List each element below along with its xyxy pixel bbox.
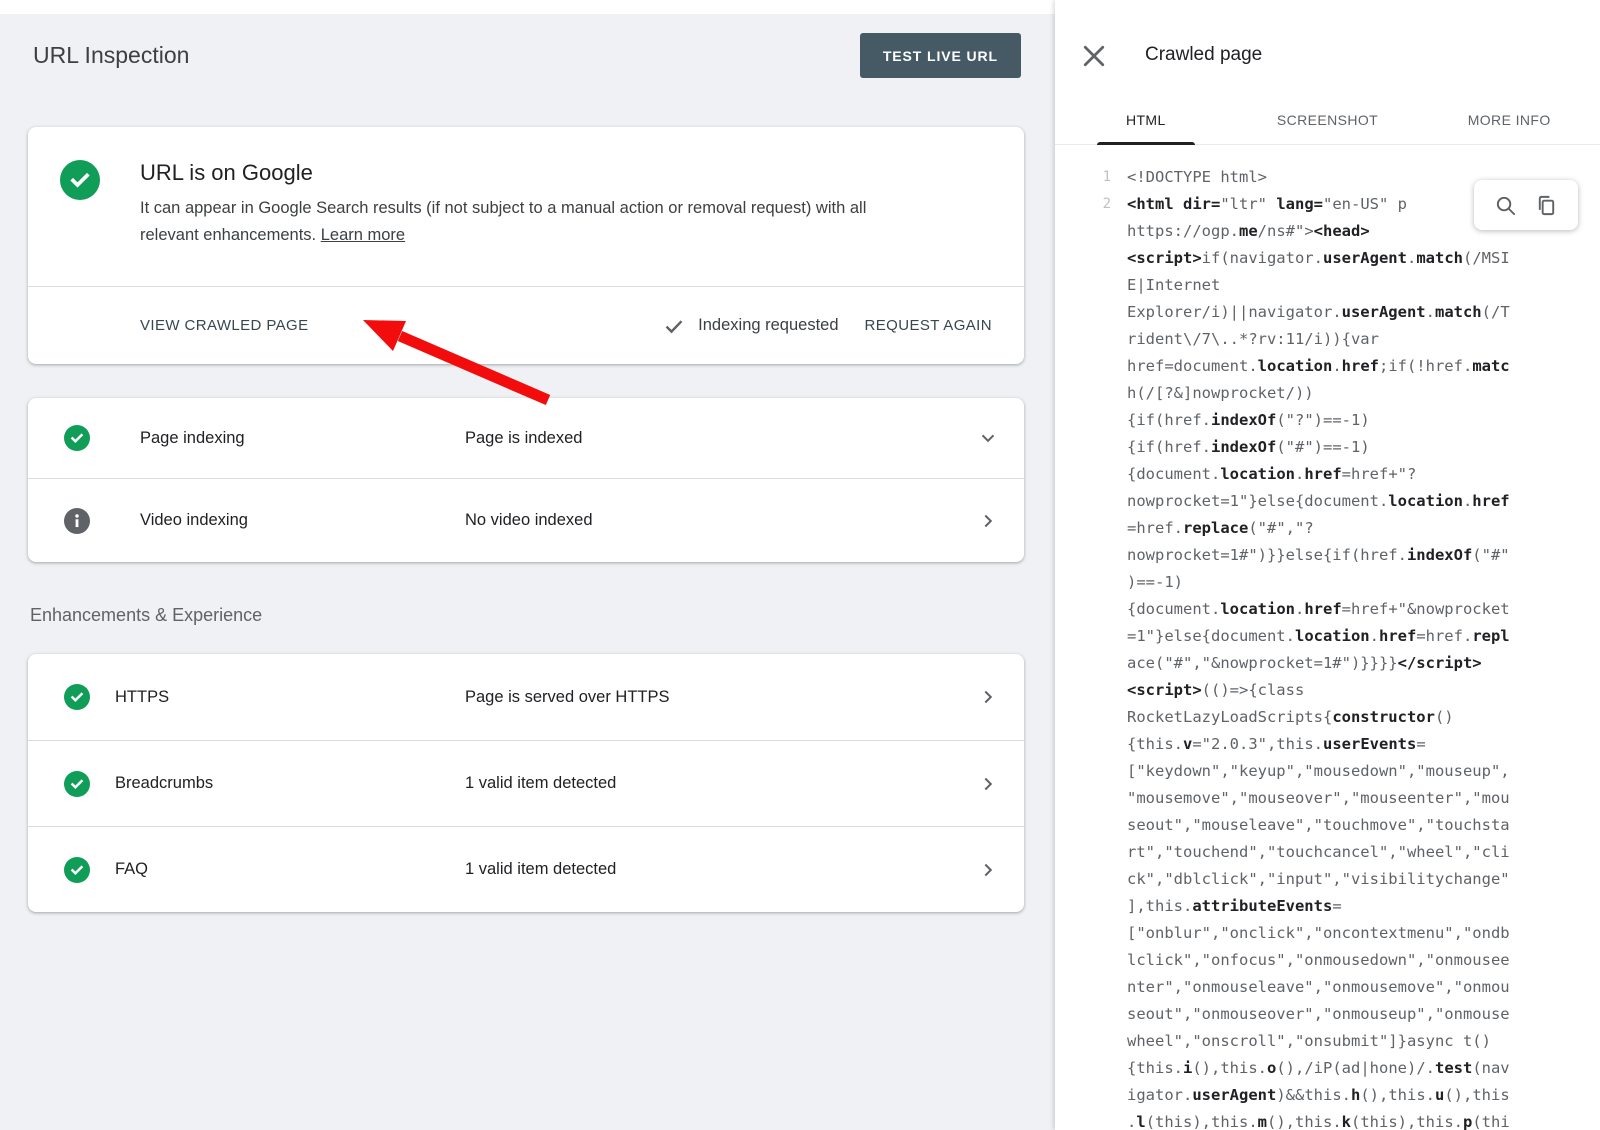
row-label: HTTPS	[115, 688, 465, 707]
panel-title: Crawled page	[1145, 44, 1262, 66]
code-line: nowprocket=1#")}}else{if(href.indexOf("#…	[1055, 542, 1600, 569]
check-circle-icon	[64, 425, 90, 451]
chevron-right-icon[interactable]	[976, 685, 1000, 709]
row-label: Page indexing	[140, 429, 465, 448]
main-panel: URL Inspection TEST LIVE URL URL is on G…	[0, 0, 1055, 1130]
code-line: "mousemove","mouseover","mouseenter","mo…	[1055, 785, 1600, 812]
url-status-card: URL is on Google It can appear in Google…	[28, 127, 1024, 364]
page-title: URL Inspection	[33, 42, 189, 69]
page-indexing-row[interactable]: Page indexing Page is indexed	[28, 398, 1024, 478]
code-line: RocketLazyLoadScripts{constructor()	[1055, 704, 1600, 731]
code-line: nowprocket=1"}else{document.location.hre…	[1055, 488, 1600, 515]
code-line: ["keydown","keyup","mousedown","mouseup"…	[1055, 758, 1600, 785]
row-label: FAQ	[115, 860, 465, 879]
video-indexing-row[interactable]: Video indexing No video indexed	[28, 478, 1024, 562]
code-line: {this.i(),this.o(),/iP(ad|hone)/.test(na…	[1055, 1055, 1600, 1082]
tab-more-info[interactable]: MORE INFO	[1418, 96, 1600, 144]
row-value: Page is indexed	[465, 429, 976, 448]
code-line: {document.location.href=href+"&nowprocke…	[1055, 596, 1600, 623]
enhancements-card: HTTPS Page is served over HTTPS Breadcru…	[28, 654, 1024, 912]
check-circle-icon	[64, 857, 90, 883]
code-line: lclick","onfocus","onmousedown","onmouse…	[1055, 947, 1600, 974]
code-viewer[interactable]: 1<!DOCTYPE html>2<html dir="ltr" lang="e…	[1055, 156, 1600, 1130]
chevron-down-icon[interactable]	[976, 426, 1000, 450]
code-line: Explorer/i)||navigator.userAgent.match(/…	[1055, 299, 1600, 326]
code-line: <script>(()=>{class	[1055, 677, 1600, 704]
row-value: No video indexed	[465, 511, 976, 530]
row-label: Breadcrumbs	[115, 774, 465, 793]
info-icon	[64, 508, 90, 534]
code-line: =href.replace("#","?	[1055, 515, 1600, 542]
row-label: Video indexing	[140, 511, 465, 530]
code-line: E|Internet	[1055, 272, 1600, 299]
code-toolbar	[1474, 180, 1578, 230]
code-line: rident\/7\..*?rv:11/i)){var	[1055, 326, 1600, 353]
learn-more-link[interactable]: Learn more	[321, 226, 405, 244]
check-circle-icon	[60, 160, 100, 200]
code-line: igator.userAgent)&&this.h(),this.u(),thi…	[1055, 1082, 1600, 1109]
code-line: <script>if(navigator.userAgent.match(/MS…	[1055, 245, 1600, 272]
close-icon[interactable]	[1079, 41, 1109, 71]
breadcrumbs-row[interactable]: Breadcrumbs 1 valid item detected	[28, 740, 1024, 826]
panel-tabs: HTML SCREENSHOT MORE INFO	[1055, 96, 1600, 145]
code-line: {if(href.indexOf("?")==-1)	[1055, 407, 1600, 434]
row-value: 1 valid item detected	[465, 774, 976, 793]
code-line: ck","dblclick","input","visibilitychange…	[1055, 866, 1600, 893]
chevron-right-icon[interactable]	[976, 858, 1000, 882]
code-line: )==-1)	[1055, 569, 1600, 596]
code-line: ],this.attributeEvents=	[1055, 893, 1600, 920]
code-line: wheel","onscroll","onsubmit"]}async t()	[1055, 1028, 1600, 1055]
chevron-right-icon[interactable]	[976, 772, 1000, 796]
code-line: {if(href.indexOf("#")==-1)	[1055, 434, 1600, 461]
code-line: {document.location.href=href+"?	[1055, 461, 1600, 488]
code-line: ace("#","&nowprocket=1#")}}}}</script>	[1055, 650, 1600, 677]
row-value: 1 valid item detected	[465, 860, 976, 879]
check-circle-icon	[64, 771, 90, 797]
search-icon[interactable]	[1494, 194, 1517, 217]
code-lines: 1<!DOCTYPE html>2<html dir="ltr" lang="e…	[1055, 164, 1600, 1130]
indexing-card: Page indexing Page is indexed Video inde…	[28, 398, 1024, 562]
code-line: seout","mouseleave","touchmove","touchst…	[1055, 812, 1600, 839]
indexing-requested-label: Indexing requested	[698, 316, 838, 335]
tab-screenshot[interactable]: SCREENSHOT	[1237, 96, 1419, 144]
status-title: URL is on Google	[140, 160, 880, 186]
request-again-link[interactable]: REQUEST AGAIN	[865, 317, 992, 334]
code-line: rt","touchend","touchcancel","wheel","cl…	[1055, 839, 1600, 866]
faq-row[interactable]: FAQ 1 valid item detected	[28, 826, 1024, 912]
code-line: nter","onmouseleave","onmousemove","onmo…	[1055, 974, 1600, 1001]
chevron-right-icon[interactable]	[976, 509, 1000, 533]
code-line: href=document.location.href;if(!href.mat…	[1055, 353, 1600, 380]
code-line: ["onblur","onclick","oncontextmenu","ond…	[1055, 920, 1600, 947]
checkmark-icon	[662, 314, 686, 338]
code-line: h(/[?&]nowprocket/))	[1055, 380, 1600, 407]
code-line: {this.v="2.0.3",this.userEvents=	[1055, 731, 1600, 758]
top-strip	[0, 0, 1055, 14]
code-line: =1"}else{document.location.href=href.rep…	[1055, 623, 1600, 650]
tab-html[interactable]: HTML	[1055, 96, 1237, 144]
status-description-text: It can appear in Google Search results (…	[140, 199, 866, 244]
status-description: It can appear in Google Search results (…	[140, 195, 880, 249]
url-inspection-app: URL Inspection TEST LIVE URL URL is on G…	[0, 0, 1600, 1130]
copy-icon[interactable]	[1535, 194, 1558, 217]
test-live-url-button[interactable]: TEST LIVE URL	[860, 33, 1021, 78]
code-line: .l(this),this.m(),this.k(this),this.p(th…	[1055, 1109, 1600, 1130]
crawled-page-panel: Crawled page HTML SCREENSHOT MORE INFO 1…	[1055, 0, 1600, 1130]
https-row[interactable]: HTTPS Page is served over HTTPS	[28, 654, 1024, 740]
code-line: seout","onmouseover","onmouseup","onmous…	[1055, 1001, 1600, 1028]
section-title: Enhancements & Experience	[30, 605, 262, 626]
check-circle-icon	[64, 684, 90, 710]
row-value: Page is served over HTTPS	[465, 688, 976, 707]
view-crawled-page-link[interactable]: VIEW CRAWLED PAGE	[140, 317, 309, 334]
